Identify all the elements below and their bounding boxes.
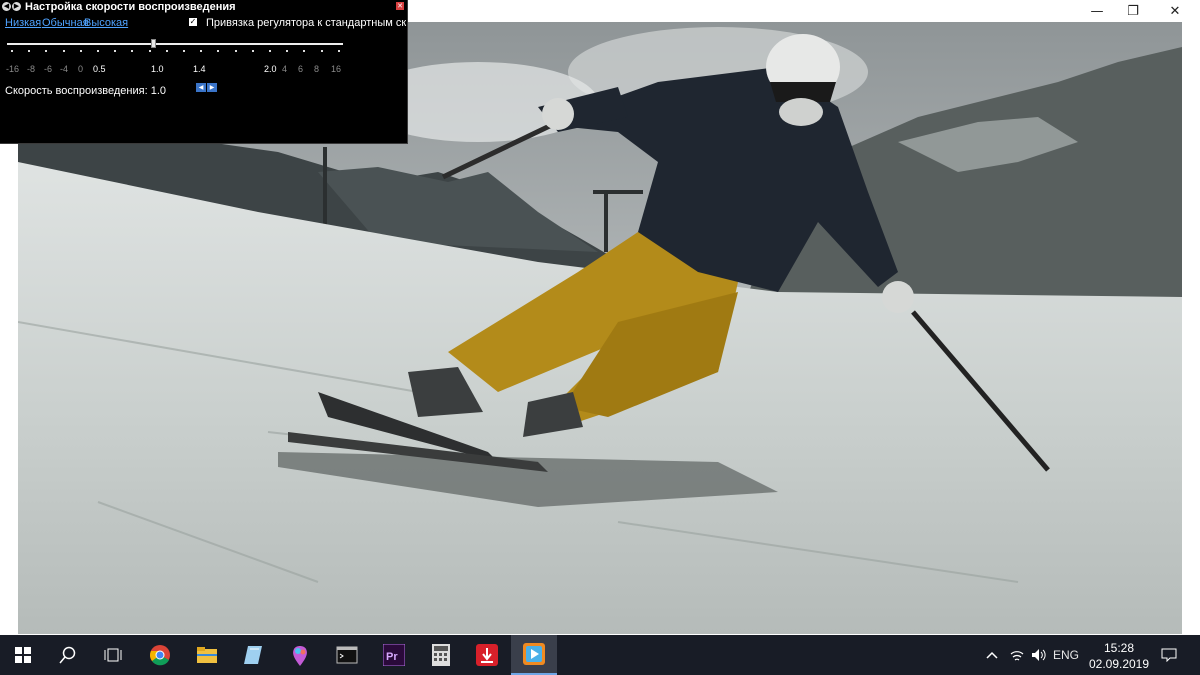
slider-tick bbox=[11, 50, 13, 52]
playback-rate-label: Скорость воспроизведения: 1.0 bbox=[5, 85, 166, 97]
chevron-up-icon bbox=[986, 651, 998, 659]
svg-text:Pr: Pr bbox=[386, 651, 398, 663]
notepad-icon bbox=[244, 646, 262, 664]
taskbar: Pr ENG 15:28 02.09.2019 bbox=[0, 635, 1200, 675]
volume-button[interactable] bbox=[1028, 635, 1050, 675]
dialog-title: Настройка скорости воспроизведения bbox=[25, 1, 236, 13]
slider-tick bbox=[269, 50, 271, 52]
speed-slider-thumb[interactable] bbox=[151, 39, 156, 48]
close-icon: ✕ bbox=[397, 2, 403, 10]
task-view-icon bbox=[104, 648, 122, 662]
taskbar-chrome[interactable] bbox=[137, 635, 183, 675]
speed-step-buttons: ◀ ▶ bbox=[196, 83, 217, 92]
language-indicator[interactable]: ENG bbox=[1050, 635, 1082, 675]
preset-normal-link[interactable]: Обычная bbox=[42, 17, 89, 29]
tick-label: 1.0 bbox=[151, 64, 164, 74]
clock-date: 02.09.2019 bbox=[1088, 657, 1150, 671]
slider-tick bbox=[200, 50, 203, 52]
search-icon bbox=[59, 646, 76, 664]
taskbar-calculator[interactable] bbox=[418, 635, 464, 675]
dialog-nav: ◀ ▶ bbox=[2, 2, 21, 11]
minimize-icon: — bbox=[1090, 3, 1104, 19]
tick-label: 8 bbox=[314, 64, 320, 74]
slider-tick bbox=[131, 50, 134, 52]
close-icon: ✕ bbox=[1169, 3, 1181, 19]
back-icon[interactable]: ◀ bbox=[2, 2, 11, 11]
tick-label: -16 bbox=[6, 64, 20, 74]
tick-label: -8 bbox=[27, 64, 36, 74]
dialog-close-button[interactable]: ✕ bbox=[396, 2, 404, 10]
slider-tick bbox=[320, 50, 323, 52]
speed-up-icon[interactable]: ▶ bbox=[207, 83, 217, 92]
slider-tick bbox=[165, 50, 168, 52]
slider-tick bbox=[97, 50, 99, 52]
tick-label: 16 bbox=[331, 64, 342, 74]
start-button[interactable] bbox=[0, 635, 46, 675]
paint-3d-icon bbox=[293, 646, 307, 666]
slider-tick bbox=[234, 50, 237, 52]
slider-tick bbox=[337, 50, 340, 52]
speaker-icon bbox=[1032, 649, 1046, 661]
slider-tick bbox=[217, 50, 220, 52]
folder-icon bbox=[197, 647, 217, 663]
speed-settings-dialog: ◀ ▶ Настройка скорости воспроизведения ✕… bbox=[0, 0, 408, 144]
preset-low-link[interactable]: Низкая bbox=[5, 17, 41, 29]
wifi-icon bbox=[1010, 651, 1024, 661]
taskbar-media-player[interactable] bbox=[511, 635, 557, 675]
taskbar-terminal[interactable] bbox=[324, 635, 370, 675]
slider-tick bbox=[183, 50, 185, 52]
search-button[interactable] bbox=[45, 635, 91, 675]
task-view-button[interactable] bbox=[90, 635, 136, 675]
forward-icon[interactable]: ▶ bbox=[12, 2, 21, 11]
tick-label: 2.0 bbox=[264, 64, 277, 74]
restore-button[interactable]: ❐ bbox=[1110, 0, 1156, 22]
taskbar-paint3d[interactable] bbox=[277, 635, 323, 675]
slider-tick bbox=[286, 50, 289, 52]
tick-label: -4 bbox=[60, 64, 69, 74]
speed-slider-track[interactable] bbox=[7, 43, 343, 45]
taskbar-file-explorer[interactable] bbox=[184, 635, 230, 675]
windows-logo-icon bbox=[15, 647, 31, 663]
slider-tick bbox=[45, 50, 48, 52]
notification-icon bbox=[1161, 648, 1177, 662]
taskbar-download-manager[interactable] bbox=[464, 635, 510, 675]
action-center-button[interactable] bbox=[1156, 635, 1182, 675]
slider-tick bbox=[28, 50, 31, 52]
media-player-icon bbox=[523, 643, 545, 665]
clock[interactable]: 15:28 02.09.2019 bbox=[1082, 635, 1156, 675]
taskbar-premiere-pro[interactable]: Pr bbox=[371, 635, 417, 675]
tick-label: 6 bbox=[298, 64, 304, 74]
download-manager-icon bbox=[476, 644, 498, 666]
clock-time: 15:28 bbox=[1103, 641, 1135, 655]
network-button[interactable] bbox=[1006, 635, 1028, 675]
tick-label: 0 bbox=[78, 64, 84, 74]
tick-label: 0.5 bbox=[93, 64, 106, 74]
show-hidden-icons-button[interactable] bbox=[980, 635, 1004, 675]
tick-label: -6 bbox=[44, 64, 53, 74]
close-button[interactable]: ✕ bbox=[1152, 0, 1198, 22]
calculator-icon bbox=[432, 644, 450, 666]
taskbar-notepad[interactable] bbox=[230, 635, 276, 675]
slider-tick bbox=[79, 50, 82, 52]
snap-checkbox[interactable]: ✓ bbox=[189, 18, 197, 26]
restore-icon: ❐ bbox=[1127, 3, 1139, 19]
tick-label: 1.4 bbox=[193, 64, 206, 74]
terminal-icon bbox=[336, 646, 358, 664]
slider-tick bbox=[114, 50, 117, 52]
slider-tick bbox=[251, 50, 254, 52]
premiere-pro-icon: Pr bbox=[383, 644, 405, 666]
snap-checkbox-label: Привязка регулятора к стандартным скорос bbox=[206, 17, 406, 29]
slider-tick bbox=[62, 50, 65, 52]
slider-tick bbox=[148, 50, 151, 52]
preset-high-link[interactable]: Высокая bbox=[84, 17, 128, 29]
tick-label: 4 bbox=[282, 64, 288, 74]
slider-tick bbox=[303, 50, 306, 52]
speed-down-icon[interactable]: ◀ bbox=[196, 83, 206, 92]
chrome-icon bbox=[150, 645, 170, 666]
